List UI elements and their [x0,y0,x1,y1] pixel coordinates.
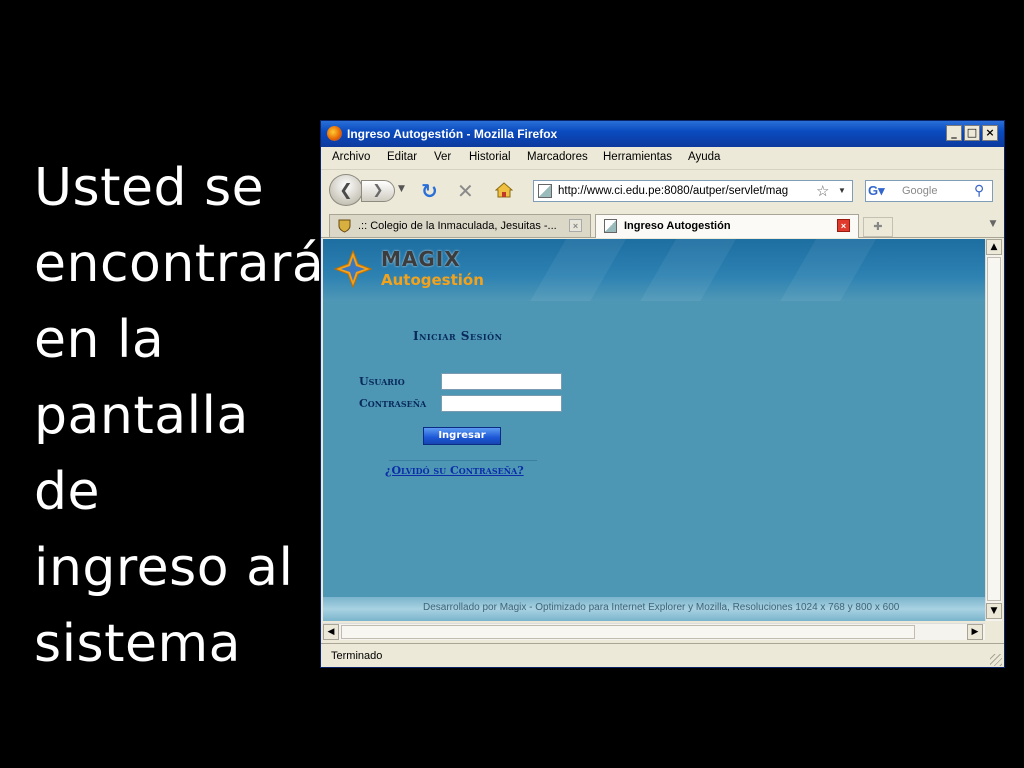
resize-grip-icon[interactable] [990,654,1002,666]
search-input[interactable]: Google [902,185,937,197]
menu-ayuda[interactable]: Ayuda [688,151,720,163]
divider [389,460,537,461]
scrollbar-thumb[interactable] [987,257,1001,601]
google-icon[interactable]: G▾ [868,183,890,199]
tab-bar: .:: Colegio de la Inmaculada, Jesuitas -… [321,211,1004,238]
logo-subtitle: Autogestión [381,271,484,289]
url-input[interactable]: http://www.ci.edu.pe:8080/autper/servlet… [558,185,812,197]
crest-icon [338,219,351,233]
horizontal-scrollbar[interactable]: ◀ ▶ [323,623,985,640]
page-footer: Desarrollado por Magix - Optimizado para… [323,597,985,621]
forgot-password-link[interactable]: ¿Olvidó su Contraseña? [385,464,524,477]
page-icon [538,184,552,198]
header-banner: MAGIX Autogestión [323,239,985,301]
close-window-button[interactable]: × [982,125,998,141]
vertical-scrollbar[interactable]: ▲ ▼ [985,239,1002,621]
url-dropdown-icon[interactable]: ▼ [838,186,846,195]
page-icon [604,219,617,233]
navigation-toolbar: ❮ ❯ ▼ ↻ ✕ http://www.ci.edu.pe:8080/autp… [321,169,1004,210]
firefox-icon [327,126,342,141]
reload-icon[interactable]: ↻ [421,179,438,203]
scroll-right-icon[interactable]: ▶ [967,624,983,640]
new-tab-button[interactable]: ✚ [863,217,893,237]
page-content: MAGIX Autogestión Iniciar Sesión Usuario… [323,239,985,621]
minimize-button[interactable]: _ [946,125,962,141]
username-field[interactable] [441,373,562,390]
menu-historial[interactable]: Historial [469,151,511,163]
magix-logo-icon [333,249,373,289]
scroll-down-icon[interactable]: ▼ [986,603,1002,619]
login-button[interactable]: Ingresar [423,427,501,445]
username-label: Usuario [359,375,405,388]
bookmark-star-icon[interactable]: ☆ [816,182,829,200]
tab-label: Ingreso Autogestión [624,220,731,232]
tab-colegio[interactable]: .:: Colegio de la Inmaculada, Jesuitas -… [329,214,591,237]
scroll-up-icon[interactable]: ▲ [986,239,1002,255]
tab-list-icon[interactable]: ▼ [986,219,1000,235]
title-bar[interactable]: Ingreso Autogestión - Mozilla Firefox _ … [321,121,1004,147]
scroll-left-icon[interactable]: ◀ [323,624,339,640]
search-icon[interactable]: ⚲ [974,182,984,199]
back-button[interactable]: ❮ [329,174,363,206]
home-icon[interactable] [495,182,513,198]
menu-bar: Archivo Editar Ver Historial Marcadores … [321,147,1004,167]
search-bar[interactable]: G▾ Google ⚲ [865,180,993,202]
logo-text: MAGIX [381,247,461,271]
status-text: Terminado [331,650,383,662]
menu-herramientas[interactable]: Herramientas [603,151,672,163]
scrollbar-thumb[interactable] [341,625,915,639]
footer-text: Desarrollado por Magix - Optimizado para… [423,602,900,613]
menu-ver[interactable]: Ver [434,151,451,163]
arrow-left-icon: ❮ [339,180,353,199]
history-dropdown-icon[interactable]: ▼ [398,184,405,194]
tab-close-icon[interactable]: × [569,219,582,232]
slide-caption: Usted se encontrará en la pantalla de in… [34,158,325,674]
address-bar[interactable]: http://www.ci.edu.pe:8080/autper/servlet… [533,180,853,202]
login-title: Iniciar Sesión [413,329,503,343]
menu-archivo[interactable]: Archivo [332,151,370,163]
forward-button[interactable]: ❯ [361,180,395,202]
browser-window: Ingreso Autogestión - Mozilla Firefox _ … [320,120,1005,668]
maximize-button[interactable]: □ [964,125,980,141]
menu-marcadores[interactable]: Marcadores [527,151,588,163]
menu-editar[interactable]: Editar [387,151,417,163]
window-title: Ingreso Autogestión - Mozilla Firefox [347,127,558,141]
tab-label: .:: Colegio de la Inmaculada, Jesuitas -… [358,220,557,232]
password-label: Contraseña [359,397,427,410]
tab-close-icon[interactable]: × [837,219,850,232]
password-field[interactable] [441,395,562,412]
arrow-right-icon: ❯ [372,183,384,198]
status-bar: Terminado [321,643,1004,668]
stop-icon[interactable]: ✕ [457,179,474,203]
tab-ingreso[interactable]: Ingreso Autogestión × [595,214,859,238]
